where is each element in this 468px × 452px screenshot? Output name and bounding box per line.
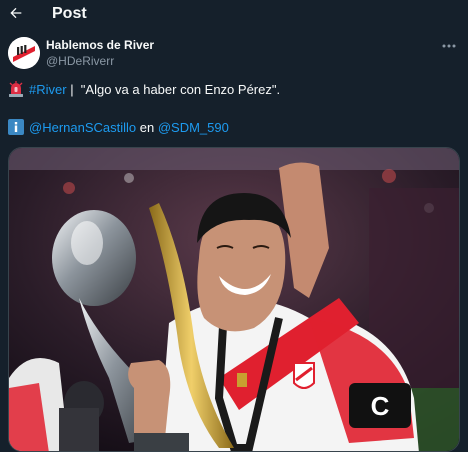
- arrow-left-icon: [10, 7, 22, 19]
- author-handle[interactable]: @HDeRiverr: [46, 54, 114, 68]
- tweet-text-line-1: #River | "Algo va a haber con Enzo Pérez…: [8, 81, 280, 98]
- tweet-connector: en: [136, 120, 158, 135]
- more-options-button[interactable]: [438, 37, 460, 55]
- back-button[interactable]: [4, 1, 28, 25]
- top-bar: Post: [0, 0, 468, 30]
- tweet-separator: |: [66, 82, 81, 97]
- tweet-quote: "Algo va a haber con Enzo Pérez".: [80, 82, 281, 97]
- police-light-emoji: [8, 81, 24, 97]
- mention-sdm-link[interactable]: @SDM_590: [158, 120, 229, 135]
- avatar[interactable]: [8, 37, 40, 69]
- tweet-author: Hablemos de River @HDeRiverr: [8, 37, 460, 71]
- hashtag-river-link[interactable]: #River: [29, 82, 67, 97]
- information-emoji: [8, 119, 24, 135]
- tweet-text-line-2: @HernanSCastillo en @SDM_590: [8, 119, 229, 136]
- more-horizontal-icon: [442, 44, 456, 48]
- author-display-name[interactable]: Hablemos de River: [46, 38, 154, 52]
- river-logo-icon: [8, 37, 40, 69]
- tweet-photo[interactable]: C: [8, 147, 460, 452]
- mention-hernan-link[interactable]: @HernanSCastillo: [29, 120, 136, 135]
- captain-armband: C: [371, 391, 390, 421]
- player-with-trophy-image: C: [9, 148, 459, 451]
- page-title: Post: [52, 5, 87, 22]
